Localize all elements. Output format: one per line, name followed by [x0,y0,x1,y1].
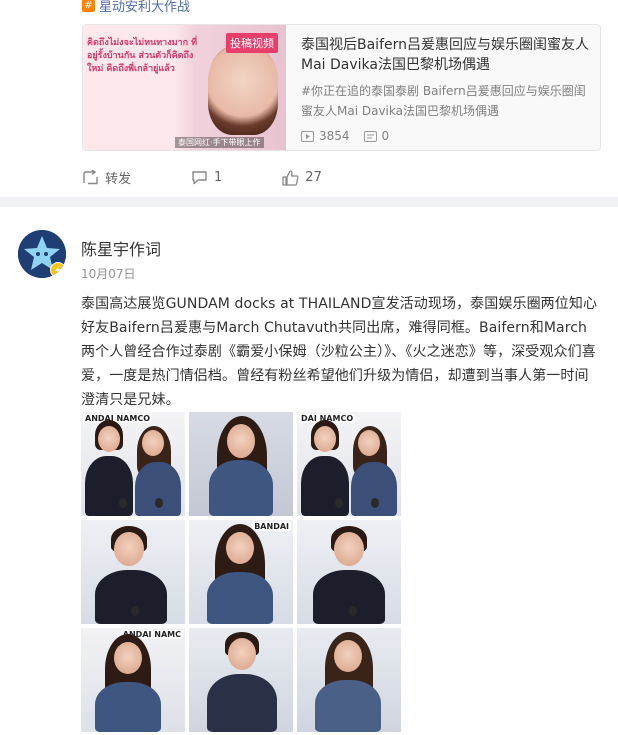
photo-1[interactable]: ANDAI NAMCO [81,412,185,516]
post-card-1: # 星动安利大作战 คิดถึงไม่งจะไม่หนทางมาก ที่อยู… [0,0,618,197]
author-avatar[interactable] [18,230,66,278]
post-text: 泰国高达展览GUNDAM docks at THAILAND宣发活动现场，泰国娱… [81,296,598,408]
video-link-card[interactable]: คิดถึงไม่งจะไม่หนทางมาก ที่อยู่รั้งบ้านก… [82,24,601,151]
thumbnail-overlay-text: คิดถึงไม่งจะไม่หนทางมาก ที่อยู่รั้งบ้านก… [87,38,198,74]
topic-icon: # [82,0,95,12]
comment-count: 1 [214,170,223,185]
verified-badge-icon [50,262,66,278]
comment-count-small: 0 [363,129,390,143]
comment-count-small-value: 0 [381,129,390,143]
video-thumbnail[interactable]: คิดถึงไม่งจะไม่หนทางมาก ที่อยู่รั้งบ้านก… [83,25,286,150]
thumbnail-caption: 泰国网红·手下带眼上作 [175,137,264,148]
photo-8[interactable] [189,628,293,732]
like-count: 27 [305,170,322,185]
link-card-title[interactable]: 泰国视后Baifern吕爰惠回应与娱乐圈闺蜜友人Mai Davika法国巴黎机场… [301,35,591,75]
play-count-value: 3854 [319,129,350,143]
thumbs-up-icon [282,169,299,186]
topic-label: 星动安利大作战 [99,0,191,15]
photo-9[interactable] [297,628,401,732]
photo-3[interactable]: DAI NAMCO [297,412,401,516]
play-icon [301,130,314,142]
author-name[interactable]: 陈星宇作词 [81,236,161,260]
photo-1-label: ANDAI NAMCO [83,414,152,423]
photo-5[interactable]: BANDAI [189,520,293,624]
photo-7[interactable]: ANDAI NAMC [81,628,185,732]
comment-icon [192,171,207,185]
repost-button[interactable]: 转发 [82,168,131,187]
comment-box-icon [363,130,377,142]
photo-2[interactable] [189,412,293,516]
like-button[interactable]: 27 [282,168,322,187]
link-card-meta: 3854 0 [301,129,389,143]
submission-badge: 投稿视频 [226,33,278,53]
photo-4[interactable] [81,520,185,624]
thumbnail-portrait [208,45,278,135]
comment-button[interactable]: 1 [191,168,222,187]
photo-6[interactable] [297,520,401,624]
play-count: 3854 [301,129,350,143]
repost-label: 转发 [105,172,132,187]
link-card-description: #你正在追的泰国泰剧 Baifern吕爰惠回应与娱乐圈闺蜜友人Mai Davik… [301,84,586,118]
photo-grid: ANDAI NAMCO DAI NAMCO BANDAI ANDAI NAMC [81,412,402,732]
photo-5-label: BANDAI [252,522,291,531]
topic-link[interactable]: # 星动安利大作战 [82,0,190,15]
post-card-2: 陈星宇作词 10月07日 泰国高达展览GUNDAM docks at THAIL… [0,207,618,735]
repost-icon [83,170,98,185]
post-actions: 转发 1 27 [82,168,382,187]
post-date[interactable]: 10月07日 [81,265,136,282]
